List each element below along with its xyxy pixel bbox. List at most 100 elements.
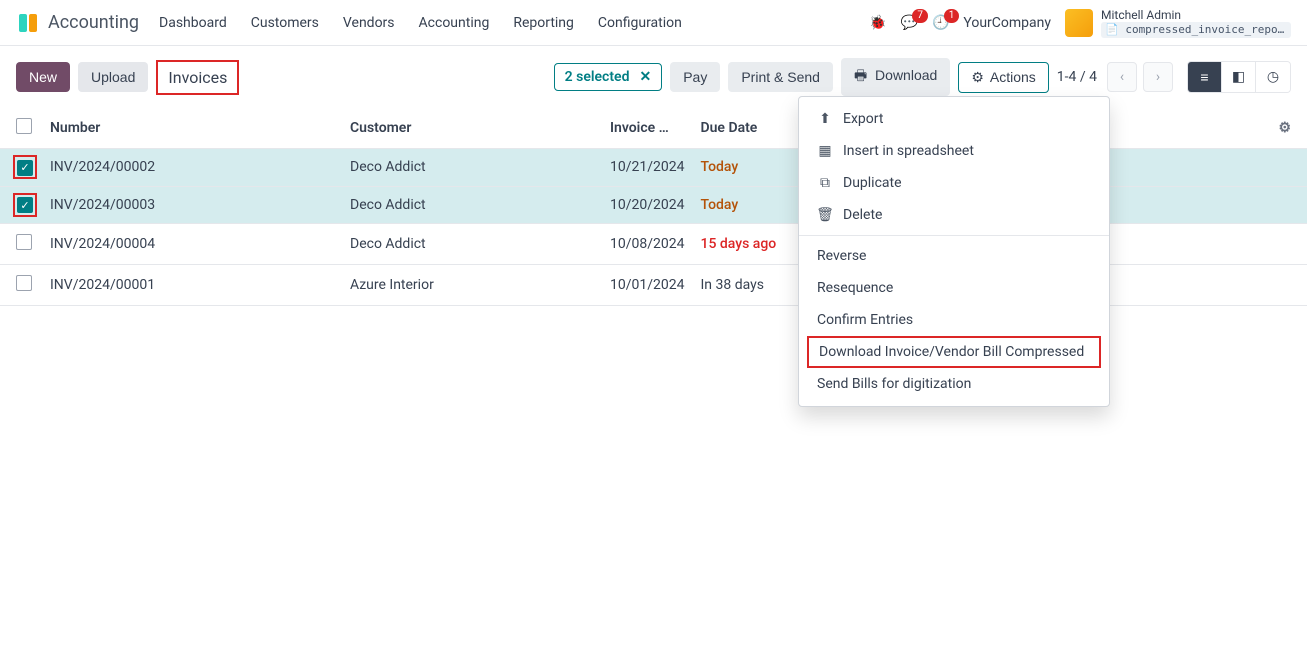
clear-selection-icon[interactable]: ✕ bbox=[639, 69, 651, 85]
pager-prev[interactable]: ‹ bbox=[1107, 62, 1137, 92]
cell-customer: Deco Addict bbox=[342, 149, 602, 187]
table-row[interactable]: INV/2024/00004Deco Addict10/08/202415 da… bbox=[0, 224, 1307, 265]
company-selector[interactable]: YourCompany bbox=[963, 15, 1051, 31]
actions-dropdown: ⬆Export ▦Insert in spreadsheet ⧉Duplicat… bbox=[798, 96, 1110, 407]
kanban-icon: ◧ bbox=[1232, 69, 1245, 85]
user-menu[interactable]: Mitchell Admin 📄 compressed_invoice_repo… bbox=[1065, 8, 1291, 38]
selection-count: 2 selected ✕ bbox=[554, 63, 663, 91]
cell-due-date: 15 days ago bbox=[693, 224, 813, 265]
selection-text: 2 selected bbox=[565, 69, 630, 85]
action-reverse[interactable]: Reverse bbox=[799, 240, 1109, 272]
column-due-date[interactable]: Due Date bbox=[693, 108, 813, 149]
action-download-compressed[interactable]: Download Invoice/Vendor Bill Compressed bbox=[807, 336, 1101, 368]
list-view-button[interactable]: ≡ bbox=[1188, 62, 1222, 92]
download-label: Download bbox=[875, 67, 937, 83]
cell-due-date: In 38 days bbox=[693, 265, 813, 306]
chevron-left-icon: ‹ bbox=[1120, 69, 1124, 85]
cell-customer: Azure Interior bbox=[342, 265, 602, 306]
upload-icon: ⬆ bbox=[817, 111, 833, 127]
activities-badge: 1 bbox=[944, 9, 960, 23]
actions-label: Actions bbox=[990, 69, 1036, 85]
cell-invoice-date: 10/20/2024 bbox=[602, 186, 693, 224]
optional-fields-icon[interactable]: ⚙ bbox=[1278, 120, 1291, 136]
table-header-row: Number Customer Invoice … Due Date ⚙ bbox=[0, 108, 1307, 149]
cell-customer: Deco Addict bbox=[342, 224, 602, 265]
dropdown-separator bbox=[799, 235, 1109, 236]
cell-due-date: Today bbox=[693, 149, 813, 187]
cell-due-date: Today bbox=[693, 186, 813, 224]
action-delete[interactable]: 🗑 Delete bbox=[799, 199, 1109, 231]
print-send-button[interactable]: Print & Send bbox=[728, 62, 833, 92]
table-row[interactable]: INV/2024/00002Deco Addict10/21/2024Today bbox=[0, 149, 1307, 187]
action-duplicate-label: Duplicate bbox=[843, 175, 902, 191]
pager-text[interactable]: 1-4 / 4 bbox=[1057, 69, 1097, 85]
cell-customer: Deco Addict bbox=[342, 186, 602, 224]
table-row[interactable]: INV/2024/00003Deco Addict10/20/2024Today bbox=[0, 186, 1307, 224]
chevron-right-icon: › bbox=[1156, 69, 1160, 85]
app-logo-icon bbox=[16, 11, 40, 35]
select-all-checkbox[interactable] bbox=[16, 118, 32, 134]
nav-customers[interactable]: Customers bbox=[251, 15, 319, 31]
cell-number: INV/2024/00004 bbox=[42, 224, 342, 265]
row-checkbox[interactable] bbox=[17, 160, 33, 176]
column-customer[interactable]: Customer bbox=[342, 108, 602, 149]
nav-vendors[interactable]: Vendors bbox=[343, 15, 395, 31]
cell-number: INV/2024/00001 bbox=[42, 265, 342, 306]
cell-invoice-date: 10/01/2024 bbox=[602, 265, 693, 306]
action-digitize-label: Send Bills for digitization bbox=[817, 376, 971, 392]
user-text: Mitchell Admin 📄 compressed_invoice_repo… bbox=[1101, 8, 1291, 38]
row-checkbox[interactable] bbox=[17, 197, 33, 213]
print-icon: 🖶 bbox=[854, 67, 867, 83]
pager-next[interactable]: › bbox=[1143, 62, 1173, 92]
debug-icon[interactable]: 🐞 bbox=[869, 15, 886, 31]
nav-dashboard[interactable]: Dashboard bbox=[159, 15, 227, 31]
nav-accounting[interactable]: Accounting bbox=[419, 15, 490, 31]
action-resequence[interactable]: Resequence bbox=[799, 272, 1109, 304]
cell-number: INV/2024/00002 bbox=[42, 149, 342, 187]
action-duplicate[interactable]: ⧉Duplicate bbox=[799, 167, 1109, 199]
action-confirm-entries[interactable]: Confirm Entries bbox=[799, 304, 1109, 336]
messages-badge: 7 bbox=[912, 9, 928, 23]
view-switcher: ≡ ◧ ◷ bbox=[1187, 61, 1291, 93]
download-button[interactable]: 🖶 Download bbox=[841, 58, 950, 96]
activity-view-button[interactable]: ◷ bbox=[1256, 62, 1290, 92]
column-number[interactable]: Number bbox=[42, 108, 342, 149]
cell-number: INV/2024/00003 bbox=[42, 186, 342, 224]
column-invoice-date[interactable]: Invoice … bbox=[602, 108, 693, 149]
control-panel: New Upload Invoices 2 selected ✕ Pay Pri… bbox=[0, 46, 1307, 108]
action-export[interactable]: ⬆Export bbox=[799, 103, 1109, 135]
table-row[interactable]: INV/2024/00001Azure Interior10/01/2024In… bbox=[0, 265, 1307, 306]
avatar bbox=[1065, 9, 1093, 37]
row-checkbox[interactable] bbox=[16, 234, 32, 250]
action-resequence-label: Resequence bbox=[817, 280, 893, 296]
user-name: Mitchell Admin bbox=[1101, 8, 1291, 22]
kanban-view-button[interactable]: ◧ bbox=[1222, 62, 1256, 92]
clock-outline-icon: ◷ bbox=[1267, 69, 1279, 85]
cell-invoice-date: 10/08/2024 bbox=[602, 224, 693, 265]
action-reverse-label: Reverse bbox=[817, 248, 866, 264]
pager: 1-4 / 4 ‹ › ≡ ◧ ◷ bbox=[1057, 61, 1291, 93]
activities-button[interactable]: 🕘 1 bbox=[932, 15, 949, 31]
messages-button[interactable]: 💬 7 bbox=[901, 15, 918, 31]
action-download-compressed-label: Download Invoice/Vendor Bill Compressed bbox=[819, 344, 1084, 360]
nav-reporting[interactable]: Reporting bbox=[513, 15, 574, 31]
main-nav: Dashboard Customers Vendors Accounting R… bbox=[159, 15, 869, 31]
upload-button[interactable]: Upload bbox=[78, 62, 148, 92]
cell-invoice-date: 10/21/2024 bbox=[602, 149, 693, 187]
breadcrumb-invoices[interactable]: Invoices bbox=[156, 60, 239, 95]
action-insert-spreadsheet[interactable]: ▦Insert in spreadsheet bbox=[799, 135, 1109, 167]
pay-button[interactable]: Pay bbox=[670, 62, 720, 92]
new-button[interactable]: New bbox=[16, 62, 70, 92]
list-icon: ≡ bbox=[1200, 69, 1208, 86]
gear-icon: ⚙ bbox=[971, 69, 984, 86]
app-name[interactable]: Accounting bbox=[48, 12, 139, 33]
spreadsheet-icon: ▦ bbox=[817, 143, 833, 159]
action-delete-label: Delete bbox=[843, 207, 882, 223]
invoice-table: Number Customer Invoice … Due Date ⚙ INV… bbox=[0, 108, 1307, 306]
row-checkbox[interactable] bbox=[16, 275, 32, 291]
trash-icon: 🗑 bbox=[817, 207, 833, 223]
actions-button[interactable]: ⚙ Actions bbox=[958, 62, 1048, 93]
action-send-digitization[interactable]: Send Bills for digitization bbox=[799, 368, 1109, 400]
action-confirm-label: Confirm Entries bbox=[817, 312, 913, 328]
nav-configuration[interactable]: Configuration bbox=[598, 15, 682, 31]
